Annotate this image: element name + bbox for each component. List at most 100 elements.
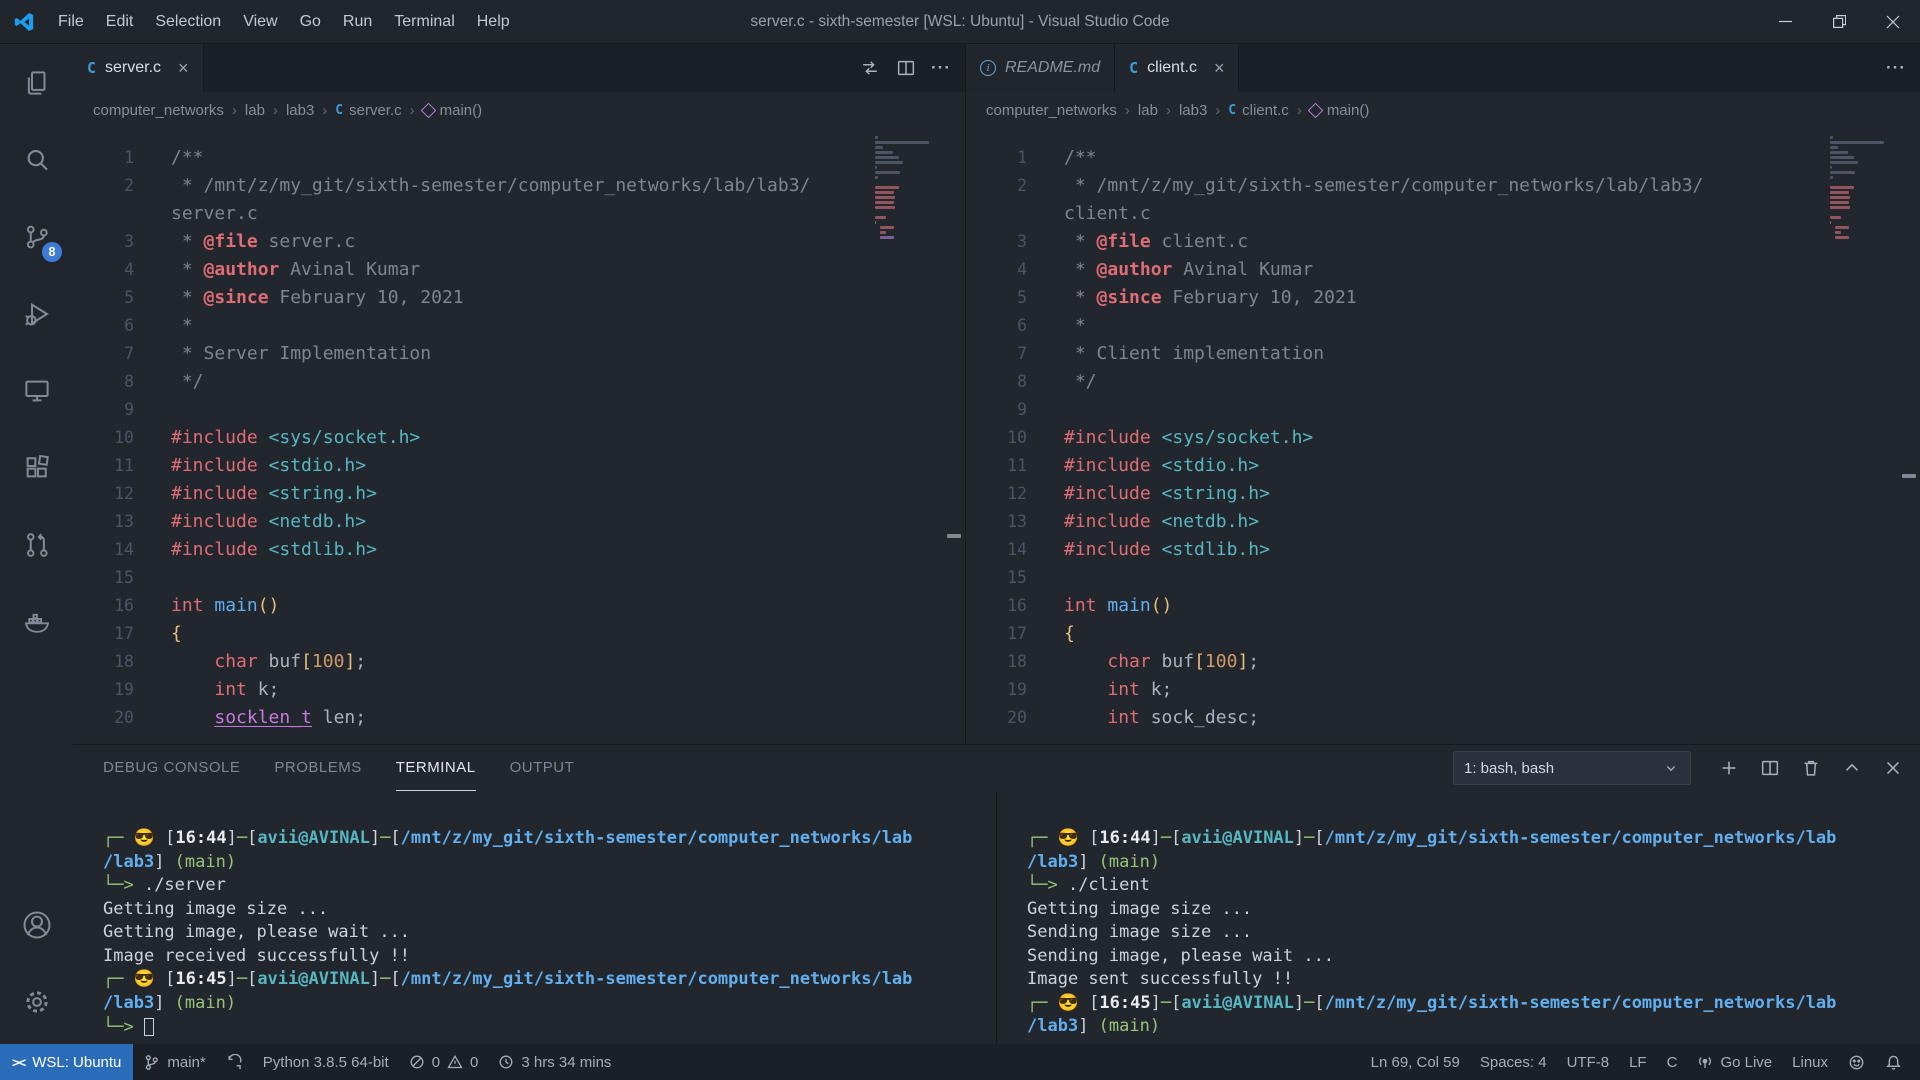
terminal-line: Getting image size ...	[1027, 898, 1920, 922]
breadcrumb-item-main-[interactable]: main()	[1310, 102, 1370, 119]
indentation[interactable]: Spaces: 4	[1470, 1044, 1557, 1080]
terminal-cursor	[144, 1018, 154, 1036]
minimap-line	[875, 236, 933, 241]
explorer-icon[interactable]	[0, 44, 73, 121]
breadcrumb-item-lab3[interactable]: lab3	[1179, 102, 1207, 119]
code-line: 11#include <stdio.h>	[966, 452, 1920, 480]
close-panel-icon[interactable]	[1882, 757, 1904, 779]
line-number: 10	[966, 424, 1064, 452]
menu-edit[interactable]: Edit	[95, 0, 145, 43]
breadcrumb-item-lab[interactable]: lab	[1138, 102, 1158, 119]
accounts-icon[interactable]	[0, 886, 73, 963]
problems-indicator[interactable]: 0 0	[399, 1044, 489, 1080]
more-actions-icon[interactable]: ···	[1886, 58, 1906, 78]
breadcrumb-item-computer-networks[interactable]: computer_networks	[986, 102, 1117, 119]
menu-help[interactable]: Help	[466, 0, 521, 43]
tab-server.c[interactable]: Cserver.c×	[73, 44, 204, 92]
line-number: 7	[73, 340, 171, 368]
code-text: #include <stdlib.h>	[1064, 536, 1270, 564]
python-interpreter[interactable]: Python 3.8.5 64-bit	[253, 1044, 399, 1080]
os-indicator[interactable]: Linux	[1782, 1044, 1838, 1080]
menu-file[interactable]: File	[47, 0, 95, 43]
code-editor-server[interactable]: 1/**2 * /mnt/z/my_git/sixth-semester/com…	[73, 128, 965, 744]
close-tab-icon[interactable]: ×	[1214, 59, 1225, 77]
line-number: 17	[73, 620, 171, 648]
source-control-icon[interactable]: 8	[0, 198, 73, 275]
breadcrumb-item-lab[interactable]: lab	[245, 102, 265, 119]
restore-button[interactable]	[1812, 0, 1866, 43]
language-mode[interactable]: C	[1657, 1044, 1688, 1080]
close-window-button[interactable]	[1866, 0, 1920, 43]
window-title: server.c - sixth-semester [WSL: Ubuntu] …	[750, 13, 1169, 31]
open-changes-icon[interactable]	[859, 57, 881, 79]
line-number: 20	[966, 704, 1064, 732]
encoding[interactable]: UTF-8	[1557, 1044, 1620, 1080]
extensions-icon[interactable]	[0, 429, 73, 506]
line-number: 2	[966, 172, 1064, 200]
kill-terminal-icon[interactable]	[1800, 757, 1822, 779]
split-terminal-icon[interactable]	[1759, 757, 1781, 779]
go-live-button[interactable]: Go Live	[1687, 1044, 1782, 1080]
more-actions-icon[interactable]: ···	[931, 58, 951, 78]
terminal-select[interactable]: 1: bash, bash	[1453, 751, 1691, 785]
line-number: 1	[966, 144, 1064, 172]
panel-tab-debug-console[interactable]: DEBUG CONSOLE	[103, 745, 240, 791]
symbol-method-icon	[1308, 102, 1324, 118]
search-icon[interactable]	[0, 121, 73, 198]
breadcrumb-item-server-c[interactable]: Cserver.c	[335, 102, 401, 119]
line-number: 13	[966, 508, 1064, 536]
time-tracker[interactable]: 3 hrs 34 mins	[488, 1044, 621, 1080]
menu-run[interactable]: Run	[332, 0, 383, 43]
new-terminal-icon[interactable]	[1718, 757, 1740, 779]
minimap-client[interactable]	[1830, 136, 1888, 241]
line-number: 10	[73, 424, 171, 452]
line-number: 15	[966, 564, 1064, 592]
editor-area: Cserver.c× ··· computer_networks›lab›lab…	[73, 44, 1920, 744]
terminal-line: /lab3] (main)	[1027, 1015, 1920, 1039]
feedback-button[interactable]	[1838, 1044, 1875, 1080]
code-editor-client[interactable]: 1/**2 * /mnt/z/my_git/sixth-semester/com…	[966, 128, 1920, 744]
breadcrumb-item-main-[interactable]: main()	[423, 102, 483, 119]
settings-gear-icon[interactable]	[0, 963, 73, 1040]
tab-label: client.c	[1147, 59, 1197, 77]
breadcrumb-separator-icon: ›	[322, 102, 327, 119]
code-text: #include <netdb.h>	[171, 508, 366, 536]
cursor-position[interactable]: Ln 69, Col 59	[1361, 1044, 1470, 1080]
tab-client.c[interactable]: Cclient.c ×	[1115, 44, 1239, 92]
close-tab-icon[interactable]: ×	[178, 59, 189, 77]
terminal-pane-client[interactable]: ┌─ 😎 [16:44]─[avii@AVINAL]─[/mnt/z/my_gi…	[996, 791, 1920, 1044]
line-number: 14	[966, 536, 1064, 564]
git-branch-status[interactable]: main*	[133, 1044, 215, 1080]
panel-tab-output[interactable]: OUTPUT	[510, 745, 575, 791]
tab-readme.md[interactable]: iREADME.md	[966, 44, 1115, 92]
breadcrumb-item-client-c[interactable]: Cclient.c	[1228, 102, 1289, 119]
menu-terminal[interactable]: Terminal	[383, 0, 465, 43]
github-pull-requests-icon[interactable]	[0, 506, 73, 583]
code-text: char buf[100];	[1064, 648, 1259, 676]
docker-icon[interactable]	[0, 583, 73, 660]
code-text: int sock_desc;	[1064, 704, 1259, 732]
sync-button[interactable]	[216, 1044, 253, 1080]
code-line: 7 * Server Implementation	[73, 340, 965, 368]
panel-tab-terminal[interactable]: TERMINAL	[396, 745, 476, 791]
minimap-server[interactable]	[875, 136, 933, 241]
terminal-line: /lab3] (main)	[1027, 851, 1920, 875]
panel-tab-problems[interactable]: PROBLEMS	[274, 745, 361, 791]
menu-selection[interactable]: Selection	[144, 0, 232, 43]
terminal-pane-server[interactable]: ┌─ 😎 [16:44]─[avii@AVINAL]─[/mnt/z/my_gi…	[73, 791, 996, 1044]
menu-view[interactable]: View	[232, 0, 288, 43]
breadcrumb-item-computer-networks[interactable]: computer_networks	[93, 102, 224, 119]
notifications-button[interactable]	[1875, 1044, 1912, 1080]
maximize-panel-icon[interactable]	[1841, 757, 1863, 779]
vscode-logo-icon	[13, 10, 37, 34]
minimize-button[interactable]	[1758, 0, 1812, 43]
menu-go[interactable]: Go	[289, 0, 332, 43]
remote-indicator[interactable]: >< WSL: Ubuntu	[0, 1044, 133, 1080]
split-editor-icon[interactable]	[895, 57, 917, 79]
breadcrumb-item-lab3[interactable]: lab3	[286, 102, 314, 119]
code-line: 9	[966, 396, 1920, 424]
eol-sequence[interactable]: LF	[1619, 1044, 1657, 1080]
remote-explorer-icon[interactable]	[0, 352, 73, 429]
run-and-debug-icon[interactable]	[0, 275, 73, 352]
c-file-icon: C	[1129, 61, 1138, 76]
